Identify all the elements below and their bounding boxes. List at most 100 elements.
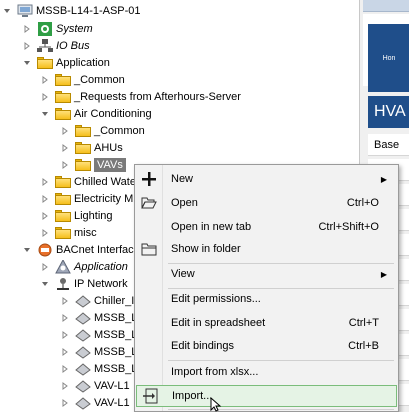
tree-label: MSSB_L	[94, 362, 138, 375]
menu-label: Edit bindings	[171, 340, 234, 352]
menu-label: Show in folder	[171, 243, 241, 255]
tree-node-device[interactable]: MSSB_L	[60, 309, 137, 326]
expand-icon[interactable]	[60, 160, 70, 170]
tree-label: BACnet Interfac	[56, 243, 134, 256]
hvac-header: HVA	[368, 96, 409, 128]
menu-item-new[interactable]: New ▶	[136, 168, 397, 190]
tree-label: Lighting	[74, 209, 113, 222]
tree-node-ip-network[interactable]: IP Network	[40, 275, 128, 292]
tree-node-application[interactable]: Application	[22, 54, 110, 71]
tree-node-bacnet-application[interactable]: Application	[40, 258, 128, 275]
collapse-icon[interactable]	[40, 109, 50, 119]
expand-icon[interactable]	[40, 211, 50, 221]
tree-node-common[interactable]: _Common	[40, 71, 125, 88]
tree-node-misc[interactable]: misc	[40, 224, 97, 241]
menu-label: Open	[171, 197, 198, 209]
tree-node-air-conditioning[interactable]: Air Conditioning	[40, 105, 152, 122]
menu-item-show-in-folder[interactable]: Show in folder	[136, 238, 397, 260]
tree-label: _Requests from Afterhours-Server	[74, 90, 241, 103]
device-icon	[74, 379, 91, 393]
tree-label: _Common	[94, 124, 145, 137]
network-icon	[54, 277, 71, 291]
import-icon	[141, 387, 159, 405]
tree-node-device[interactable]: MSSB_L	[60, 326, 137, 343]
device-icon	[74, 311, 91, 325]
collapse-icon[interactable]	[22, 245, 32, 255]
expand-icon[interactable]	[60, 398, 70, 408]
gear-icon	[36, 21, 53, 36]
panel-header-strip	[363, 0, 409, 12]
expand-icon[interactable]	[40, 194, 50, 204]
tree-node-lighting[interactable]: Lighting	[40, 207, 113, 224]
tree-label: Chiller_I	[94, 294, 135, 307]
tree-node-chilled-water[interactable]: Chilled Wate	[40, 173, 136, 190]
tree-node-device[interactable]: VAV-L1	[60, 377, 130, 394]
folder-icon	[54, 226, 71, 240]
expand-icon[interactable]	[40, 75, 50, 85]
menu-label: Edit in spreadsheet	[171, 317, 266, 329]
tree-node-ahus[interactable]: AHUs	[60, 139, 123, 156]
expand-icon[interactable]	[22, 24, 32, 34]
menu-item-open-new-tab[interactable]: Open in new tab Ctrl+Shift+O	[136, 216, 397, 238]
open-folder-icon	[140, 194, 158, 212]
tree-node-device[interactable]: MSSB_L	[60, 343, 137, 360]
folder-icon	[36, 56, 53, 70]
menu-label: New	[171, 173, 194, 185]
tree-label: AHUs	[94, 141, 123, 154]
menu-item-edit-permissions[interactable]: Edit permissions...	[136, 288, 397, 310]
tree-node-io-bus[interactable]: IO Bus	[22, 37, 90, 54]
network-icon	[36, 38, 53, 53]
expand-icon[interactable]	[40, 177, 50, 187]
tree-label: VAV-L1	[94, 396, 130, 409]
menu-item-import-xlsx[interactable]: Import from xlsx...	[136, 361, 397, 383]
menu-item-import[interactable]: Import...	[136, 385, 397, 407]
tree-node-vavs[interactable]: VAVs	[60, 156, 126, 173]
tree-node-ac-common[interactable]: _Common	[60, 122, 145, 139]
tree-node-root[interactable]: MSSB-L14-1-ASP-01	[2, 2, 141, 19]
collapse-icon[interactable]	[40, 279, 50, 289]
menu-shortcut: Ctrl+T	[348, 317, 379, 329]
expand-icon[interactable]	[40, 262, 50, 272]
tree-node-electricity[interactable]: Electricity M	[40, 190, 133, 207]
submenu-arrow-icon: ▶	[380, 269, 387, 279]
tree-label: Application	[74, 260, 128, 273]
expand-icon[interactable]	[60, 381, 70, 391]
expand-icon[interactable]	[60, 143, 70, 153]
tree-label: VAV-L1	[94, 379, 130, 392]
expand-icon[interactable]	[40, 92, 50, 102]
menu-item-open[interactable]: Open Ctrl+O	[136, 192, 397, 214]
menu-label: Open in new tab	[171, 221, 252, 233]
expand-icon[interactable]	[60, 330, 70, 340]
menu-item-edit-bindings[interactable]: Edit bindings Ctrl+B	[136, 335, 397, 357]
menu-label: Import from xlsx...	[171, 366, 259, 378]
folder-icon	[54, 192, 71, 206]
expand-icon[interactable]	[40, 228, 50, 238]
folder-icon	[74, 124, 91, 138]
tree-node-device[interactable]: VAV-L1	[60, 394, 130, 411]
table-cell[interactable]: Base	[368, 134, 409, 156]
tree-node-device[interactable]: MSSB_L	[60, 360, 137, 377]
expand-icon[interactable]	[22, 41, 32, 51]
tree-node-system[interactable]: System	[22, 20, 93, 37]
tree-node-bacnet[interactable]: BACnet Interfac	[22, 241, 134, 258]
expand-icon[interactable]	[60, 126, 70, 136]
tree-node-requests[interactable]: _Requests from Afterhours-Server	[40, 88, 241, 105]
folder-outline-icon	[140, 240, 158, 258]
menu-item-view[interactable]: View ▶	[136, 263, 397, 285]
tree-label: MSSB_L	[94, 311, 138, 324]
menu-label: Import...	[172, 390, 213, 402]
expand-icon[interactable]	[60, 296, 70, 306]
folder-icon	[74, 158, 91, 172]
collapse-icon[interactable]	[22, 58, 32, 68]
expand-icon[interactable]	[60, 313, 70, 323]
expand-icon[interactable]	[60, 364, 70, 374]
expand-icon[interactable]	[60, 347, 70, 357]
tree-label: MSSB_L	[94, 345, 138, 358]
tree-label: Application	[56, 56, 110, 69]
collapse-icon[interactable]	[2, 6, 12, 16]
device-icon	[74, 294, 91, 308]
menu-item-edit-spreadsheet[interactable]: Edit in spreadsheet Ctrl+T	[136, 312, 397, 334]
menu-label: Edit permissions...	[171, 293, 261, 305]
tree-node-device[interactable]: Chiller_I	[60, 292, 134, 309]
server-icon	[16, 4, 33, 18]
